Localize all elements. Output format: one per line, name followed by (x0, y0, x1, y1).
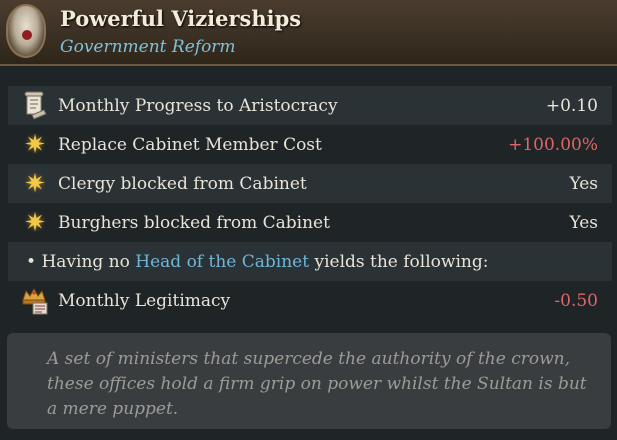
effect-row: Monthly Progress to Aristocracy +0.10 (8, 86, 612, 125)
star-icon: ✷ (24, 207, 46, 238)
effect-row: ✷ Clergy blocked from Cabinet Yes (8, 164, 612, 203)
effect-row: ✷ Burghers blocked from Cabinet Yes (8, 203, 612, 242)
effect-label: Monthly Progress to Aristocracy (58, 95, 338, 116)
effect-value: +100.00% (508, 134, 598, 155)
flavor-line: these offices hold a firm grip on power … (47, 374, 587, 394)
tooltip-header: Powerful Vizierships Government Reform (0, 0, 617, 66)
condition-prefix: Having no (41, 251, 136, 272)
effect-label: Clergy blocked from Cabinet (58, 173, 307, 194)
head-of-cabinet-link[interactable]: Head of the Cabinet (135, 252, 309, 272)
condition-row: • Having no Head of the Cabinet yields t… (8, 242, 612, 281)
effect-row: Monthly Legitimacy -0.50 (8, 281, 612, 320)
star-icon: ✷ (24, 129, 46, 160)
bullet-point: • (26, 251, 37, 272)
effect-value: -0.50 (554, 290, 598, 311)
effect-label: Monthly Legitimacy (58, 290, 231, 311)
effect-value: +0.10 (545, 95, 598, 116)
effects-list: Monthly Progress to Aristocracy +0.10 ✷ … (8, 86, 612, 320)
reform-subtitle: Government Reform (60, 37, 236, 57)
scroll-icon (20, 91, 50, 121)
effect-row: ✷ Replace Cabinet Member Cost +100.00% (8, 125, 612, 164)
flavor-line: a mere puppet. (47, 399, 179, 419)
flavor-text: A set of ministers that supercede the au… (7, 333, 611, 429)
crown-icon (20, 286, 50, 316)
reform-icon (6, 4, 46, 58)
flavor-line: A set of ministers that supercede the au… (47, 349, 570, 369)
reform-title: Powerful Vizierships (60, 6, 302, 31)
effect-value: Yes (569, 173, 598, 194)
condition-suffix: yields the following: (309, 251, 489, 272)
effect-value: Yes (569, 212, 598, 233)
effect-label: Burghers blocked from Cabinet (58, 212, 330, 233)
star-icon: ✷ (24, 168, 46, 199)
effect-label: Replace Cabinet Member Cost (58, 134, 322, 155)
